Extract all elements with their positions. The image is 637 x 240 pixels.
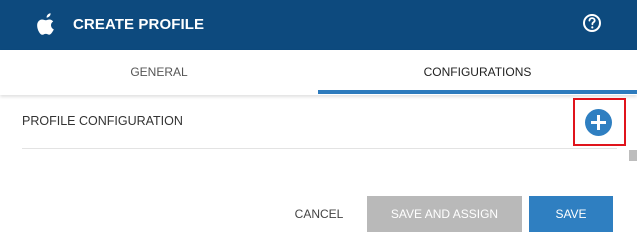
question-circle-icon[interactable] [582, 13, 602, 33]
active-tab-indicator [318, 90, 637, 94]
dialog-header: CREATE PROFILE [0, 0, 637, 50]
page-title: CREATE PROFILE [73, 16, 205, 33]
tab-configurations[interactable]: CONFIGURATIONS [318, 50, 637, 95]
plus-circle-icon[interactable] [585, 109, 612, 136]
save-and-assign-button[interactable]: SAVE AND ASSIGN [367, 196, 522, 232]
tab-bar: GENERAL CONFIGURATIONS [0, 50, 637, 95]
apple-logo-icon [37, 13, 54, 35]
scrollbar-thumb[interactable] [629, 150, 637, 161]
cancel-button[interactable]: CANCEL [284, 196, 354, 232]
section-title: PROFILE CONFIGURATION [22, 114, 183, 128]
save-button[interactable]: SAVE [529, 196, 613, 232]
tab-general[interactable]: GENERAL [0, 50, 318, 95]
section-divider [22, 148, 617, 149]
